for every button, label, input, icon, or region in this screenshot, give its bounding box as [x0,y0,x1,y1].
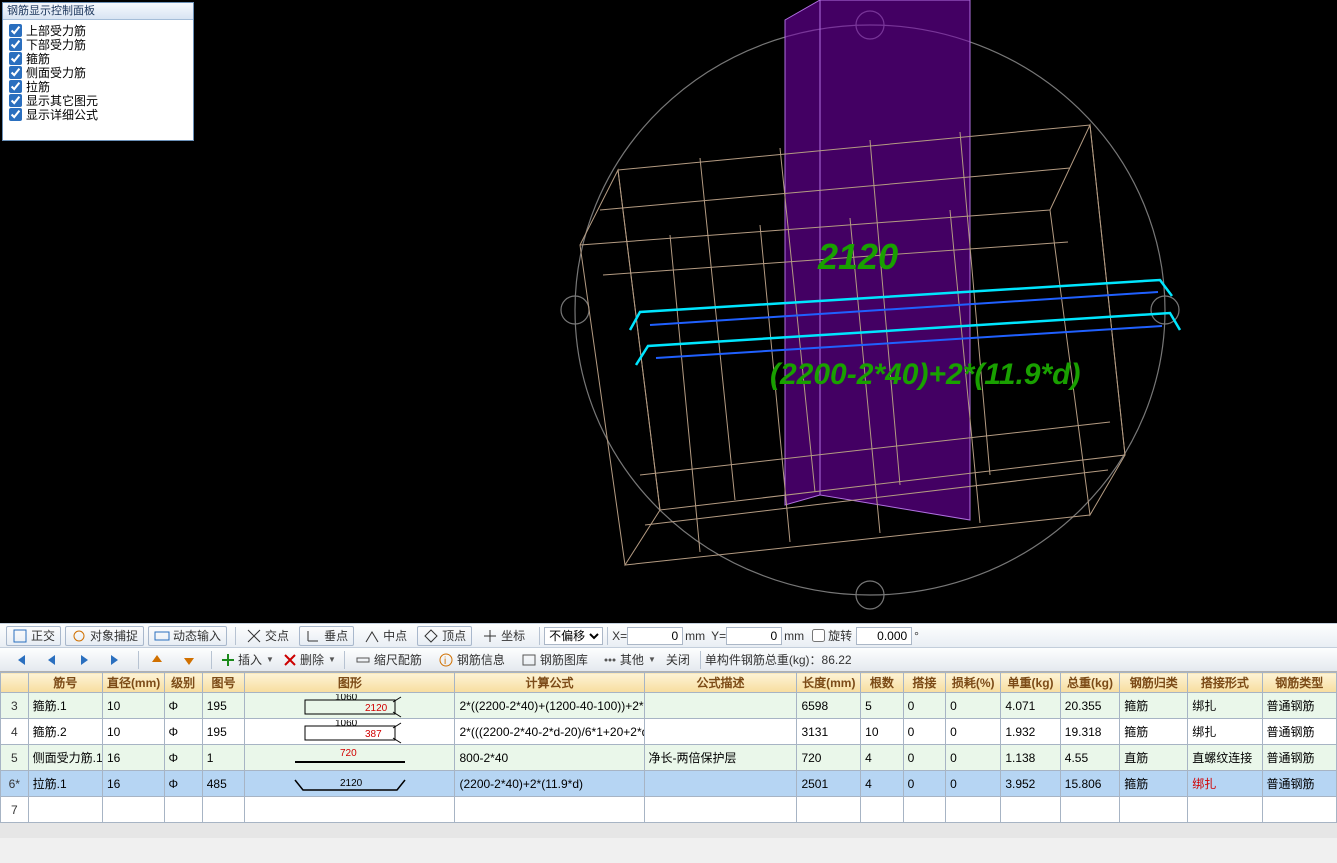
svg-text:2120: 2120 [365,703,388,714]
snap-midpoint[interactable]: 中点 [358,626,413,646]
svg-text:387: 387 [365,729,382,740]
other-button[interactable]: 其他 [598,651,660,668]
table-row[interactable]: 5侧面受力筋.116Φ1720800-2*40净长-两倍保护层7204001.1… [1,745,1337,771]
dyn-input-toggle[interactable]: 动态输入 [148,626,227,646]
column-header[interactable]: 总重(kg) [1060,673,1119,693]
shape-cell[interactable]: 1060 2120 [245,693,455,719]
table-row[interactable]: 3箍筋.110Φ195106021202*((2200-2*40)+(1200-… [1,693,1337,719]
dimension-value: 2120 [818,236,898,278]
snap-toolbar: 正交 对象捕捉 动态输入 交点 垂点 中点 顶点 坐标 不偏移 X= mm Y=… [0,623,1337,647]
svg-text:1060: 1060 [335,694,358,703]
command-toolbar: 插入 删除 缩尺配筋 i钢筋信息 钢筋图库 其他 关闭 单构件钢筋总重(kg)：… [0,647,1337,671]
svg-text:2120: 2120 [340,778,363,789]
column-header[interactable]: 直径(mm) [102,673,164,693]
shape-cell[interactable]: 720 [245,745,455,771]
rebar-table-wrap[interactable]: 筋号直径(mm)级别图号图形计算公式公式描述长度(mm)根数搭接损耗(%)单重(… [0,671,1337,838]
nav-last[interactable] [102,650,130,670]
snap-perpendicular[interactable]: 垂点 [299,626,354,646]
y-input[interactable] [726,627,782,645]
column-header[interactable]: 计算公式 [455,673,644,693]
svg-text:i: i [444,656,446,667]
column-header[interactable]: 钢筋类型 [1262,673,1336,693]
panel-item[interactable]: 显示其它图元 [9,94,187,108]
nav-up[interactable] [143,650,171,670]
svg-text:720: 720 [340,748,357,759]
column-header[interactable]: 图形 [245,673,455,693]
x-label: X= [612,629,627,643]
row-header[interactable]: 4 [1,719,29,745]
table-row[interactable]: 6*拉筋.116Φ4852120(2200-2*40)+2*(11.9*d)25… [1,771,1337,797]
column-header[interactable]: 公式描述 [644,673,797,693]
panel-checkbox[interactable] [9,94,22,107]
panel-checkbox[interactable] [9,66,22,79]
column-header[interactable]: 损耗(%) [946,673,1001,693]
row-header[interactable]: 6* [1,771,29,797]
panel-item[interactable]: 拉筋 [9,80,187,94]
scale-rebar-button[interactable]: 缩尺配筋 [349,650,428,670]
column-header[interactable]: 长度(mm) [797,673,861,693]
column-header[interactable]: 搭接 [903,673,945,693]
nav-next[interactable] [70,650,98,670]
y-label: Y= [711,629,726,643]
rebar-table: 筋号直径(mm)级别图号图形计算公式公式描述长度(mm)根数搭接损耗(%)单重(… [0,672,1337,823]
snap-coord[interactable]: 坐标 [476,626,531,646]
dimension-formula: (2200-2*40)+2*(11.9*d) [770,358,1080,392]
offset-select[interactable]: 不偏移 [544,627,603,645]
rotate-input[interactable] [856,627,912,645]
x-input[interactable] [627,627,683,645]
panel-item[interactable]: 下部受力筋 [9,38,187,52]
nav-first[interactable] [6,650,34,670]
nav-prev[interactable] [38,650,66,670]
panel-item[interactable]: 侧面受力筋 [9,66,187,80]
row-header[interactable]: 7 [1,797,29,823]
nav-down[interactable] [175,650,203,670]
table-row[interactable]: 7 [1,797,1337,823]
panel-title: 钢筋显示控制面板 [3,3,193,20]
panel-checkbox[interactable] [9,80,22,93]
column-header[interactable]: 级别 [164,673,202,693]
table-row[interactable]: 4箍筋.210Φ19510603872*(((2200-2*40-2*d-20)… [1,719,1337,745]
rotate-checkbox[interactable] [812,629,825,642]
rebar-library-button[interactable]: 钢筋图库 [515,650,594,670]
shape-cell[interactable]: 2120 [245,771,455,797]
panel-checkbox[interactable] [9,52,22,65]
shape-cell[interactable]: 1060 387 [245,719,455,745]
svg-text:1060: 1060 [335,720,358,729]
panel-item[interactable]: 上部受力筋 [9,24,187,38]
row-header[interactable]: 3 [1,693,29,719]
snap-intersection[interactable]: 交点 [240,626,295,646]
rotate-label: 旋转 [828,627,852,644]
row-header[interactable]: 5 [1,745,29,771]
insert-button[interactable]: 插入 [216,651,278,668]
panel-item[interactable]: 箍筋 [9,52,187,66]
column-header[interactable]: 筋号 [28,673,102,693]
panel-item[interactable]: 显示详细公式 [9,108,187,122]
osnap-toggle[interactable]: 对象捕捉 [65,626,144,646]
close-button[interactable]: 关闭 [660,651,696,668]
panel-checkbox[interactable] [9,24,22,37]
delete-button[interactable]: 删除 [278,651,340,668]
column-header[interactable]: 搭接形式 [1188,673,1262,693]
column-header[interactable]: 单重(kg) [1001,673,1060,693]
panel-checkbox[interactable] [9,38,22,51]
ortho-toggle[interactable]: 正交 [6,626,61,646]
column-header[interactable]: 钢筋归类 [1120,673,1188,693]
column-header[interactable]: 根数 [861,673,903,693]
column-header[interactable]: 图号 [202,673,244,693]
rebar-info-button[interactable]: i钢筋信息 [432,650,511,670]
panel-checkbox[interactable] [9,108,22,121]
total-weight-value: 86.22 [822,653,852,667]
snap-vertex[interactable]: 顶点 [417,626,472,646]
viewport-3d[interactable]: 2120 (2200-2*40)+2*(11.9*d) z x y 钢筋显示控制… [0,0,1337,623]
corner-cell [1,673,29,693]
total-weight-label: 单构件钢筋总重(kg)： [705,651,822,668]
scene-svg [0,0,1337,623]
rebar-display-panel[interactable]: 钢筋显示控制面板 上部受力筋下部受力筋箍筋侧面受力筋拉筋显示其它图元显示详细公式 [2,2,194,141]
